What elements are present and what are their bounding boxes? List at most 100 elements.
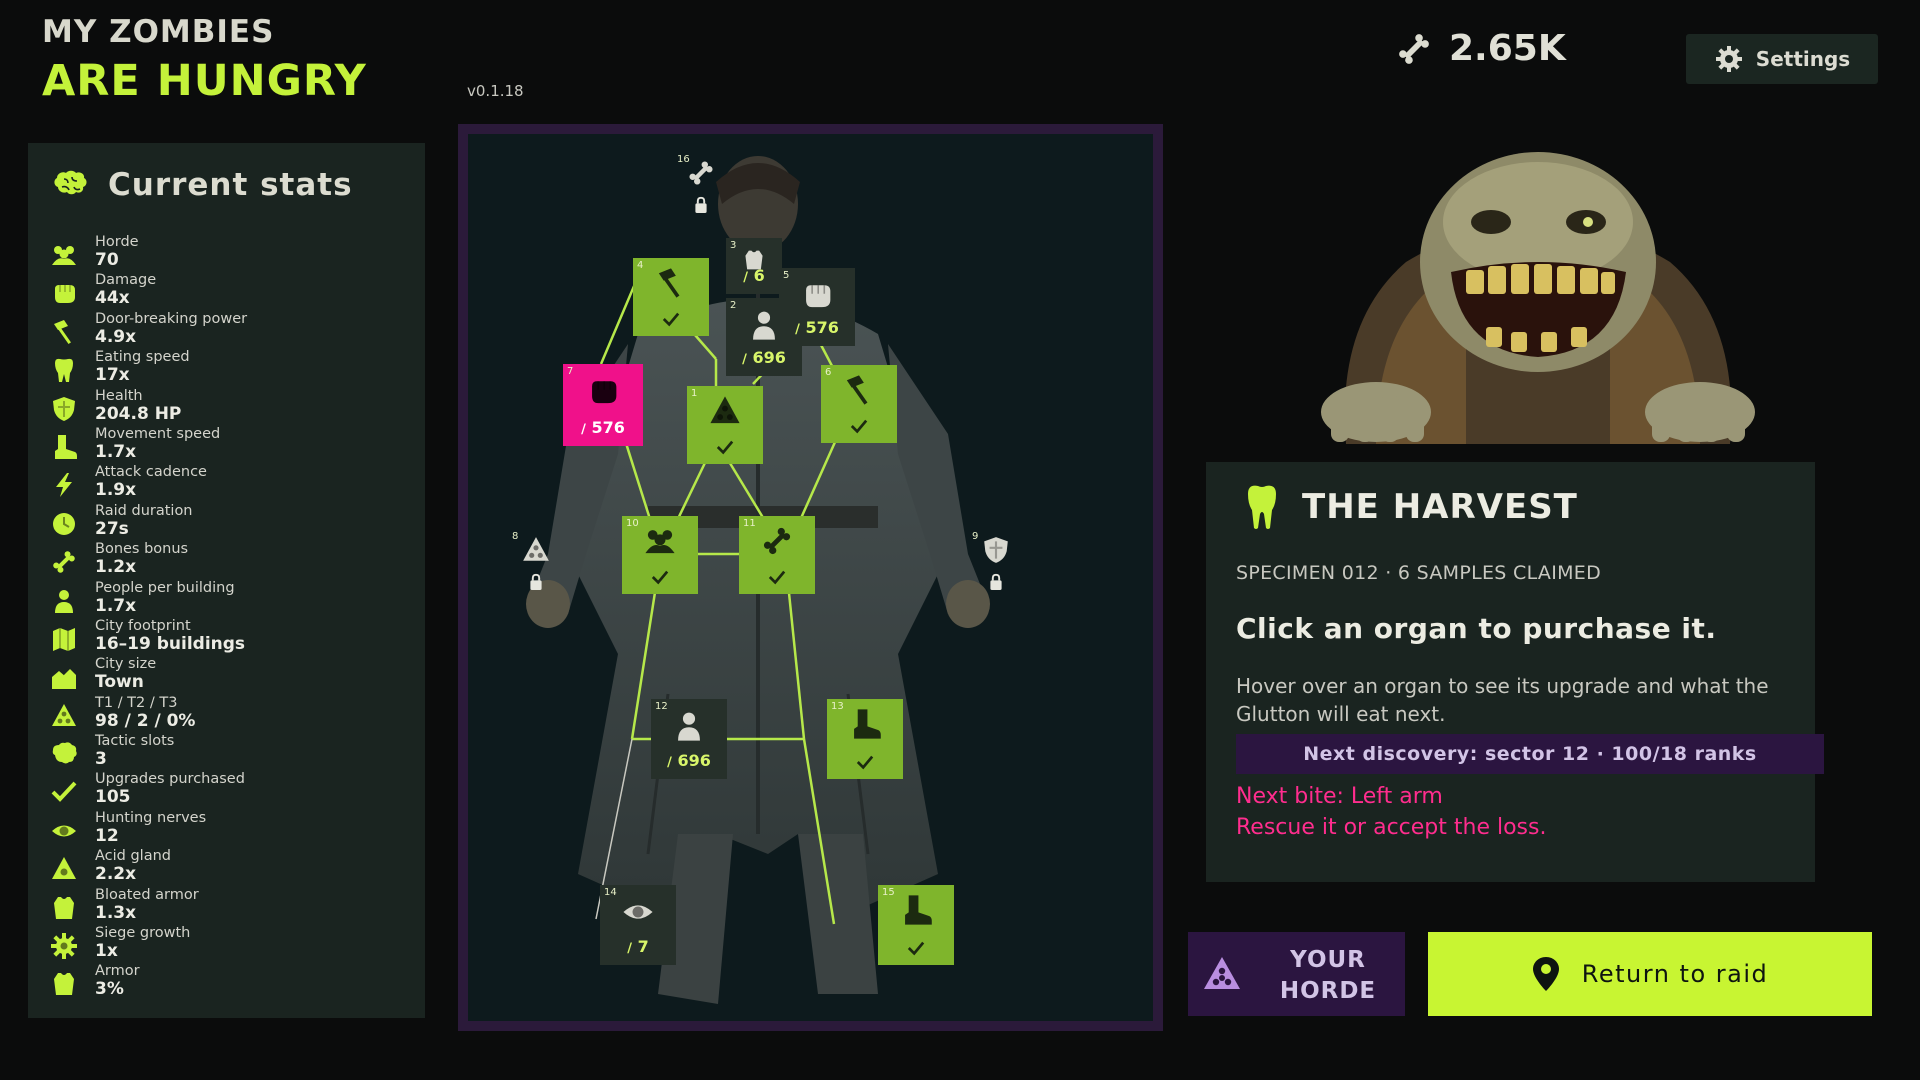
stat-label: Siege growth <box>95 925 191 942</box>
your-horde-button[interactable]: YOUR HORDE <box>1188 932 1405 1016</box>
stat-row: Acid gland 2.2x <box>50 848 420 886</box>
harvest-info-panel: THE HARVEST SPECIMEN 012 · 6 SAMPLES CLA… <box>1206 462 1824 882</box>
hammer-icon <box>50 318 78 346</box>
location-pin-icon <box>1532 957 1559 991</box>
stat-value: 2.2x <box>95 864 137 885</box>
organ-node-10[interactable]: 10 <box>622 516 698 594</box>
stat-label: Hunting nerves <box>95 809 207 826</box>
biohazard-icon <box>1204 957 1240 989</box>
check-icon <box>850 419 868 434</box>
next-bite-warning: Next bite: Left arm <box>1236 784 1443 809</box>
node-number: 5 <box>783 270 790 281</box>
organ-node-14[interactable]: 14 ∕ 7 <box>600 885 676 965</box>
stat-label: Upgrades purchased <box>95 771 245 788</box>
fist-icon <box>586 374 620 412</box>
stat-label: Tactic slots <box>95 733 175 750</box>
organ-node-6[interactable]: 6 <box>821 365 897 443</box>
stat-value: 3 <box>95 749 107 770</box>
stat-row: Bones bonus 1.2x <box>50 541 420 579</box>
town-icon <box>50 663 78 691</box>
organ-node-5[interactable]: 5 ∕ 576 <box>779 268 855 346</box>
stat-row: Tactic slots 3 <box>50 733 420 771</box>
stat-row: Armor 3% <box>50 963 420 1001</box>
organ-node-4[interactable]: 4 <box>633 258 709 336</box>
stats-list: Horde 70 Damage 44x Door-breaking power 4.9x E… <box>50 234 420 1002</box>
stat-row: Raid duration 27s <box>50 503 420 541</box>
node-number: 12 <box>655 701 668 712</box>
check-icon <box>50 778 78 806</box>
acid-icon <box>50 855 78 883</box>
organ-node-9[interactable]: 9 <box>968 529 1024 599</box>
organ-node-3[interactable]: 3 ∕ 6 <box>726 238 782 294</box>
stat-label: T1 / T2 / T3 <box>95 694 178 711</box>
hammer-icon <box>654 266 688 304</box>
bone-icon <box>1399 33 1429 64</box>
your-horde-label: YOUR HORDE <box>1279 947 1377 1004</box>
fist-icon <box>50 279 78 307</box>
node-cost: ∕ 6 <box>726 266 782 285</box>
node-cost-value: 696 <box>752 348 786 367</box>
stat-value: 98 / 2 / 0% <box>95 710 196 731</box>
stat-label: Movement speed <box>95 425 221 442</box>
return-to-raid-button[interactable]: Return to raid <box>1428 932 1872 1016</box>
organ-node-15[interactable]: 15 <box>878 885 954 965</box>
stat-label: People per building <box>95 579 235 596</box>
stat-row: Siege growth 1x <box>50 925 420 963</box>
stat-row: Horde 70 <box>50 234 420 272</box>
node-cost: ∕ 696 <box>726 348 802 367</box>
horde-icon <box>50 241 78 269</box>
person-icon <box>672 709 706 747</box>
return-to-raid-label: Return to raid <box>1581 960 1769 988</box>
info-description: Hover over an organ to see its upgrade a… <box>1236 674 1769 726</box>
stat-label: Horde <box>95 234 139 250</box>
stat-value: 3% <box>95 979 124 1000</box>
stat-row: City size Town <box>50 656 420 694</box>
info-call-to-action: Click an organ to purchase it. <box>1236 612 1717 645</box>
vest-icon <box>50 894 78 922</box>
stat-label: City footprint <box>95 617 191 634</box>
biohazard-icon <box>521 535 551 569</box>
eye-icon <box>50 817 78 845</box>
bones-counter: 2.65K <box>1395 28 1566 69</box>
game-title-line1: MY ZOMBIES <box>42 14 275 50</box>
stat-label: Armor <box>95 963 140 980</box>
hammer-icon <box>842 373 876 411</box>
stat-label: Door-breaking power <box>95 310 248 327</box>
stat-value: 1.3x <box>95 902 137 923</box>
biohazard-icon <box>708 394 742 432</box>
stat-value: 44x <box>95 288 130 309</box>
bone-icon: ∕ <box>795 322 800 337</box>
node-number: 13 <box>831 701 844 712</box>
person-icon <box>747 308 781 346</box>
node-number: 11 <box>743 518 756 529</box>
stat-value: 4.9x <box>95 326 137 347</box>
organ-node-11[interactable]: 11 <box>739 516 815 594</box>
bone-icon: ∕ <box>743 270 749 285</box>
next-discovery-banner: Next discovery: sector 12 · 100/18 ranks <box>1236 734 1824 774</box>
organ-node-13[interactable]: 13 <box>827 699 903 779</box>
stat-value: 70 <box>95 250 119 270</box>
bone-icon: ∕ <box>627 941 633 956</box>
shield-icon <box>50 395 78 423</box>
organ-node-16[interactable]: 16 <box>673 152 729 222</box>
settings-button[interactable]: Settings <box>1686 34 1878 84</box>
stat-value: 16–19 buildings <box>95 633 246 654</box>
stat-row: Movement speed 1.7x <box>50 426 420 464</box>
map-icon <box>50 625 78 653</box>
organ-node-7[interactable]: 7 ∕ 576 <box>563 364 643 446</box>
stat-row: Bloated armor 1.3x <box>50 887 420 925</box>
check-icon <box>768 570 786 585</box>
biohazard-icon <box>50 702 78 730</box>
fist-icon <box>800 278 834 316</box>
stat-label: City size <box>95 656 157 673</box>
node-number: 8 <box>512 531 519 542</box>
organ-node-1[interactable]: 1 <box>687 386 763 464</box>
organ-node-12[interactable]: 12 ∕ 696 <box>651 699 727 779</box>
check-icon <box>662 312 680 327</box>
organ-node-8[interactable]: 8 <box>508 529 564 599</box>
boot-icon <box>50 433 78 461</box>
bone-icon <box>50 548 78 576</box>
stat-label: Raid duration <box>95 502 193 519</box>
bone-icon: ∕ <box>667 755 672 770</box>
stat-value: 17x <box>95 365 130 386</box>
